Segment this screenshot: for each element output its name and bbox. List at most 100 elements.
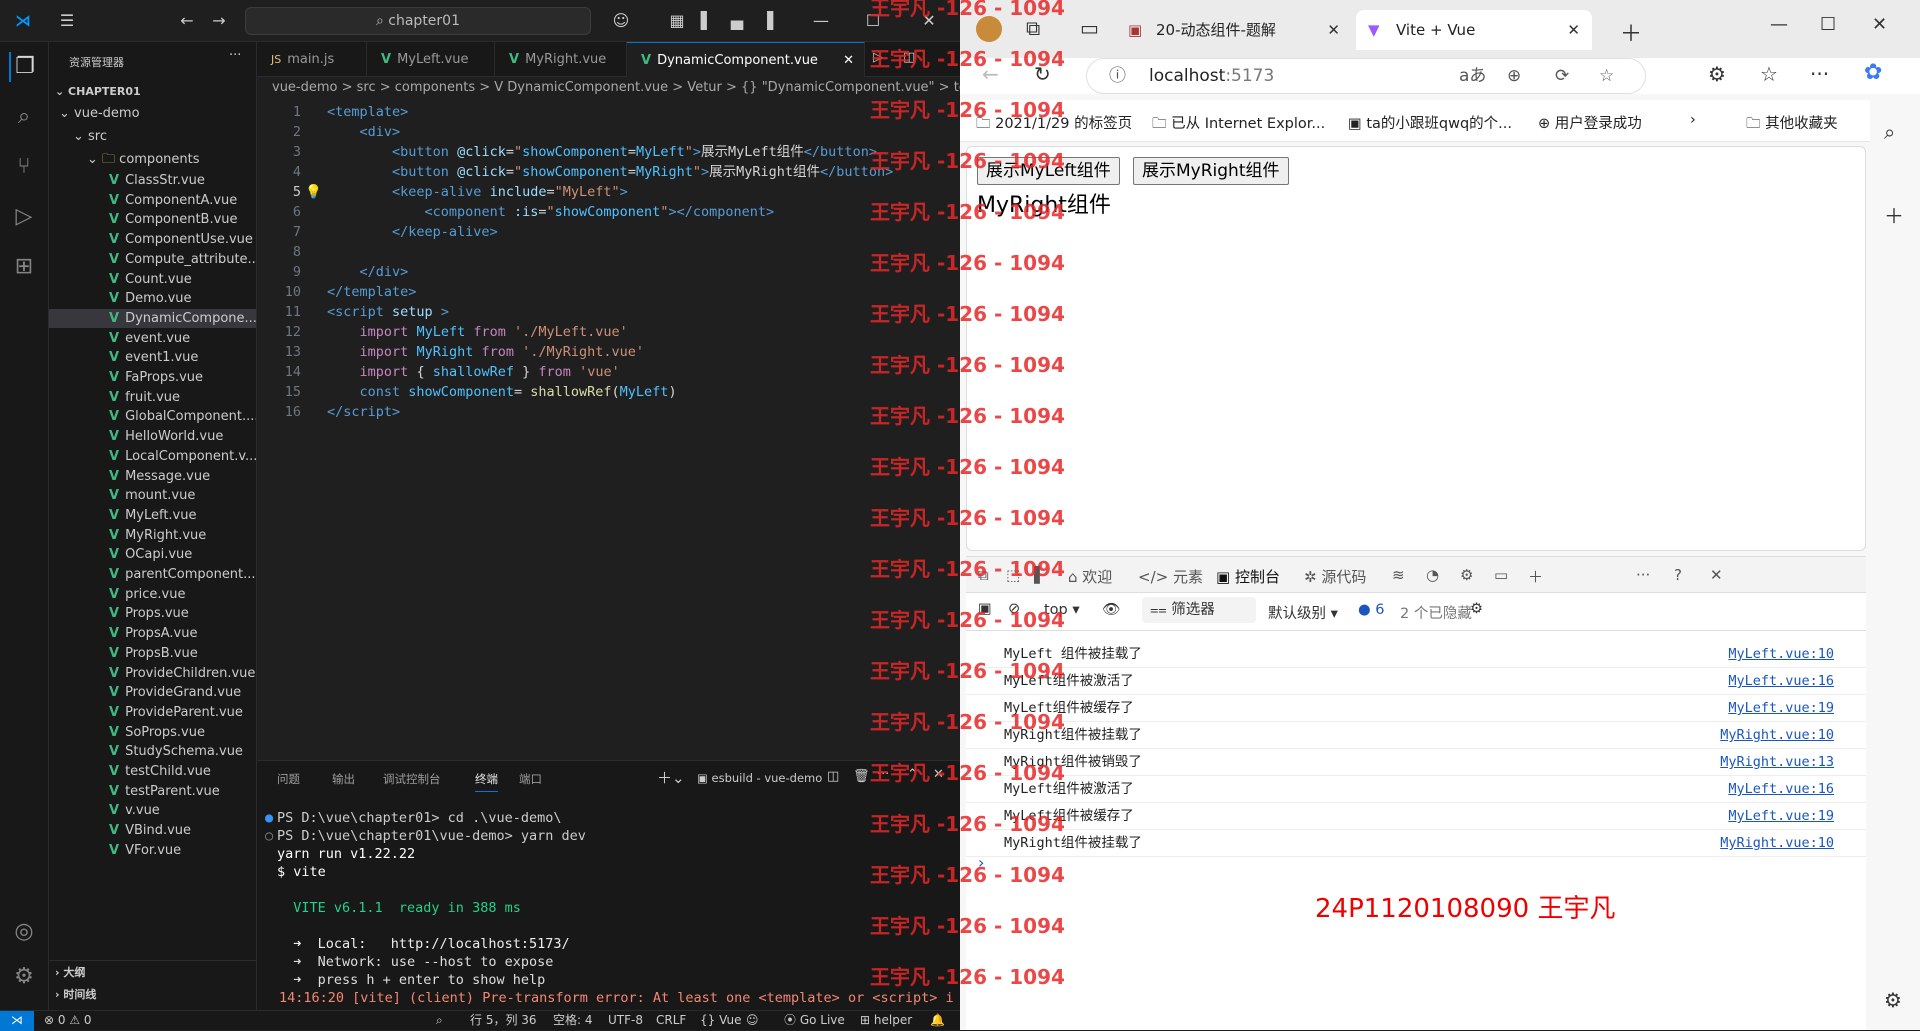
settings-gear-icon[interactable]: ⚙	[9, 962, 39, 992]
terminal-selector[interactable]: ▣ esbuild - vue-demo	[697, 771, 822, 785]
fav-item[interactable]: ▣ ta的小跟班qwq的个...	[1348, 112, 1512, 133]
outline-section[interactable]: › 大纲	[49, 960, 256, 983]
hidden-count[interactable]: 2 个已隐藏	[1400, 602, 1472, 623]
tree-file[interactable]: V VFor.vue	[49, 841, 256, 860]
tree-folder[interactable]: ⌄ vue-demo	[49, 102, 256, 125]
back-icon[interactable]: ←	[176, 10, 198, 32]
tab-vue-tutorial[interactable]: ▣ 20-动态组件-题解 ✕	[1116, 10, 1352, 50]
tab-myleft[interactable]: V MyLeft.vue	[367, 42, 495, 77]
favorites-icon[interactable]: ☆	[1760, 62, 1778, 86]
zoom-icon[interactable]: ⌕	[436, 1011, 443, 1030]
minimize-icon[interactable]: —	[810, 10, 832, 32]
toggle-secondary-icon[interactable]: ▐	[756, 10, 778, 32]
tab-close-icon[interactable]: ✕	[1327, 10, 1340, 50]
tab-debug-console[interactable]: 调试控制台	[383, 771, 441, 787]
tree-file[interactable]: V Demo.vue	[49, 289, 256, 308]
application-icon[interactable]: ▭	[1494, 566, 1508, 584]
close-devtools-icon[interactable]: ✕	[1710, 566, 1723, 584]
sidebar-settings-icon[interactable]: ⚙	[1884, 988, 1902, 1012]
problems-status[interactable]: ⊗ 0 ⚠ 0	[44, 1011, 92, 1030]
fav-other[interactable]: 🗀 其他收藏夹	[1746, 112, 1838, 138]
show-myright-button[interactable]: 展示MyRight组件	[1133, 157, 1289, 185]
tab-dynamiccomponent[interactable]: V DynamicComponent.vue ✕	[627, 42, 865, 77]
address-bar[interactable]: ⓘ localhost:5173 aあ ⊕ ⟳ ☆	[1086, 58, 1646, 94]
tree-file[interactable]: V HelloWorld.vue	[49, 427, 256, 446]
copilot-icon[interactable]: ✿	[1864, 60, 1882, 85]
project-header[interactable]: ⌄ CHAPTER01	[49, 80, 256, 103]
tree-file[interactable]: V PropsA.vue	[49, 624, 256, 643]
tab-ports[interactable]: 端口	[519, 771, 542, 787]
tab-sources[interactable]: ✲ 源代码	[1304, 566, 1366, 587]
tree-file[interactable]: V DynamicCompone...	[49, 308, 256, 328]
fav-item[interactable]: ⊕ 用户登录成功	[1538, 112, 1642, 133]
more-tools-icon[interactable]: ＋	[1528, 566, 1543, 587]
tree-file[interactable]: V MyRight.vue	[49, 526, 256, 545]
timeline-section[interactable]: › 时间线	[49, 983, 256, 1006]
fav-more-icon[interactable]: ›	[1690, 112, 1696, 128]
tree-file[interactable]: V Compute_attribute...	[49, 250, 256, 269]
console-source-link[interactable]: MyLeft.vue:19	[1728, 695, 1834, 721]
code-editor[interactable]: 1 <template> 2 <div> 3 <button @click="sh…	[257, 102, 960, 542]
helper-status[interactable]: ⊞ helper	[860, 1011, 912, 1030]
tree-file[interactable]: Vevent.vue	[49, 329, 256, 348]
console-source-link[interactable]: MyLeft.vue:16	[1728, 776, 1834, 802]
console-source-link[interactable]: MyRight.vue:13	[1720, 749, 1834, 775]
more-actions-icon[interactable]: ···	[229, 48, 241, 63]
tree-file[interactable]: V ComponentB.vue	[49, 210, 256, 229]
forward-icon[interactable]: →	[208, 10, 230, 32]
site-info-icon[interactable]: ⓘ	[1109, 59, 1126, 93]
split-terminal-icon[interactable]: ◫	[827, 769, 839, 784]
search-view-icon[interactable]: ⌕	[9, 102, 39, 132]
tree-file[interactable]: V ProvideChildren.vue	[49, 664, 256, 683]
toggle-sidebar-icon[interactable]: ▌	[696, 10, 718, 32]
copilot-status-icon[interactable]: ☺	[746, 1011, 759, 1030]
console-source-link[interactable]: MyRight.vue:10	[1720, 722, 1834, 748]
fav-item[interactable]: 🗀 已从 Internet Explor...	[1152, 112, 1325, 138]
terminal-output[interactable]: ● PS D:\vue\chapter01> cd .\vue-demo\ ○ PS…	[257, 809, 960, 1009]
tree-file[interactable]: V LocalComponent.v...	[49, 447, 256, 466]
tree-file[interactable]: V StudySchema.vue	[49, 742, 256, 761]
close-icon[interactable]: ✕	[1872, 14, 1887, 35]
cursor-position[interactable]: 行 5，列 36	[470, 1011, 537, 1030]
memory-icon[interactable]: ⚙	[1460, 566, 1473, 584]
tab-terminal[interactable]: 终端	[475, 771, 498, 792]
tree-file[interactable]: Vmount.vue	[49, 486, 256, 505]
tree-file[interactable]: VtestParent.vue	[49, 782, 256, 801]
tab-output[interactable]: 输出	[332, 771, 355, 787]
tree-file[interactable]: VtestChild.vue	[49, 762, 256, 781]
language-mode[interactable]: {} Vue	[700, 1011, 741, 1030]
translate-icon[interactable]: ⟳	[1555, 59, 1569, 93]
tab-close-icon[interactable]: ✕	[843, 43, 854, 77]
tab-elements[interactable]: </> 元素	[1138, 566, 1203, 587]
tab-console[interactable]: ▣ 控制台	[1216, 566, 1280, 595]
tab-welcome[interactable]: ⌂ 欢迎	[1068, 566, 1112, 587]
sidebar-search-icon[interactable]: ⌕	[1884, 120, 1895, 144]
account-icon[interactable]: ◎	[9, 917, 39, 947]
console-settings-icon[interactable]: ⚙	[1470, 601, 1483, 617]
settings-more-icon[interactable]: ···	[1810, 62, 1829, 86]
tree-file[interactable]: V ProvideParent.vue	[49, 703, 256, 722]
go-live[interactable]: ⦿ Go Live	[784, 1011, 845, 1030]
filter-input[interactable]: ⩵ 筛选器	[1142, 597, 1256, 623]
console-source-link[interactable]: MyRight.vue:10	[1720, 830, 1834, 856]
devtools-more-icon[interactable]: ···	[1636, 566, 1650, 584]
tree-file[interactable]: V Count.vue	[49, 270, 256, 289]
tab-actions-icon[interactable]: ▭	[1080, 16, 1099, 40]
tree-file[interactable]: VparentComponent....	[49, 565, 256, 584]
line-ending[interactable]: CRLF	[656, 1011, 686, 1030]
indentation[interactable]: 空格: 4	[553, 1011, 593, 1030]
explorer-icon[interactable]: ❐	[9, 52, 39, 82]
tree-file[interactable]: V PropsB.vue	[49, 644, 256, 663]
tab-vite-vue[interactable]: ▼ Vite + Vue ✕	[1356, 10, 1592, 50]
copilot-icon[interactable]: ☺	[610, 10, 632, 32]
console-source-link[interactable]: MyLeft.vue:16	[1728, 668, 1834, 694]
tree-file[interactable]: Vevent1.vue	[49, 348, 256, 367]
tree-file[interactable]: V MyLeft.vue	[49, 506, 256, 525]
menu-icon[interactable]: ☰	[56, 10, 78, 32]
log-level-select[interactable]: 默认级别 ▾	[1268, 602, 1338, 623]
extensions-icon[interactable]: ⊞	[9, 252, 39, 282]
tree-file[interactable]: V Props.vue	[49, 604, 256, 623]
tree-file[interactable]: V ComponentA.vue	[49, 191, 256, 210]
tree-file[interactable]: V ProvideGrand.vue	[49, 683, 256, 702]
new-terminal-icon[interactable]: ＋⌄	[657, 767, 685, 788]
